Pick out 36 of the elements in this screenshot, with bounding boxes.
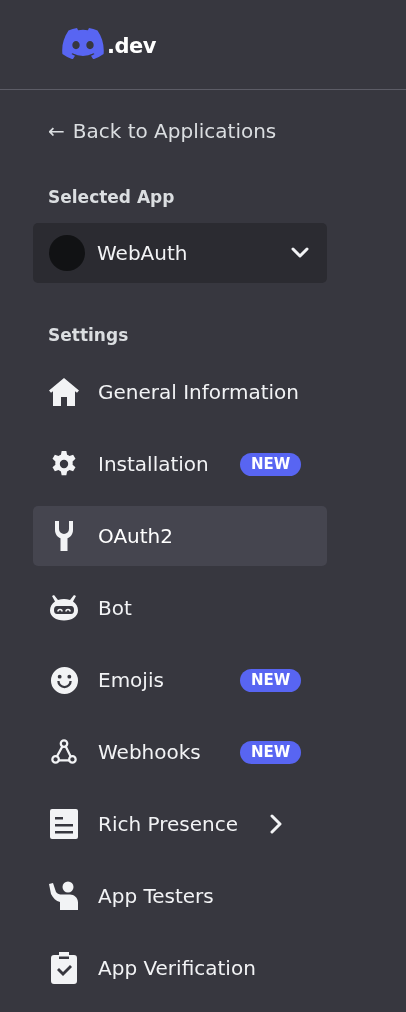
nav-item[interactable]: Installation NEW bbox=[33, 434, 327, 494]
app-name: WebAuth bbox=[97, 239, 189, 267]
arrow-left-icon[interactable]: ← bbox=[48, 116, 65, 146]
nav-item[interactable]: General Information bbox=[33, 362, 327, 422]
gear-icon bbox=[50, 450, 78, 478]
nav-item[interactable]: Bot bbox=[33, 578, 327, 638]
webhook-icon bbox=[50, 738, 78, 766]
nav-item-label: App Testers bbox=[98, 883, 214, 910]
nav-item-label: Bot bbox=[98, 595, 132, 622]
nav-item[interactable]: Webhooks NEW bbox=[33, 722, 327, 782]
app-selector[interactable]: WebAuth bbox=[33, 222, 327, 283]
nav-item[interactable]: Rich Presence bbox=[33, 794, 327, 854]
nav-item-label: Emojis bbox=[98, 667, 165, 694]
home-icon bbox=[47, 375, 81, 409]
nav-item-label: General Information bbox=[98, 379, 299, 406]
section-heading: Selected App bbox=[48, 186, 176, 209]
nav-item[interactable]: OAuth2 bbox=[33, 506, 327, 566]
new-badge: NEW bbox=[240, 452, 302, 476]
brand-name: .dev bbox=[107, 32, 156, 60]
new-badge: NEW bbox=[240, 740, 302, 764]
nav-item-label: Rich Presence bbox=[98, 811, 239, 838]
nav-item[interactable]: App Testers bbox=[33, 866, 327, 926]
document-icon bbox=[47, 807, 81, 841]
nav-item[interactable]: Emojis NEW bbox=[33, 650, 327, 710]
raised-hand-person-icon bbox=[47, 879, 81, 913]
nav-item-label: OAuth2 bbox=[98, 523, 173, 550]
nav-item-label: App Verification bbox=[98, 955, 256, 982]
logo-icon bbox=[62, 28, 104, 59]
nav-item-label: Webhooks bbox=[98, 739, 202, 766]
nav-item-label: Installation bbox=[98, 451, 210, 478]
smiley-icon bbox=[49, 665, 79, 695]
nav-item[interactable]: App Verification bbox=[33, 938, 327, 998]
app-avatar bbox=[49, 234, 85, 271]
back-link[interactable]: Back to Applications bbox=[72, 116, 277, 146]
section-heading: Settings bbox=[48, 323, 130, 347]
new-badge: NEW bbox=[240, 668, 302, 692]
